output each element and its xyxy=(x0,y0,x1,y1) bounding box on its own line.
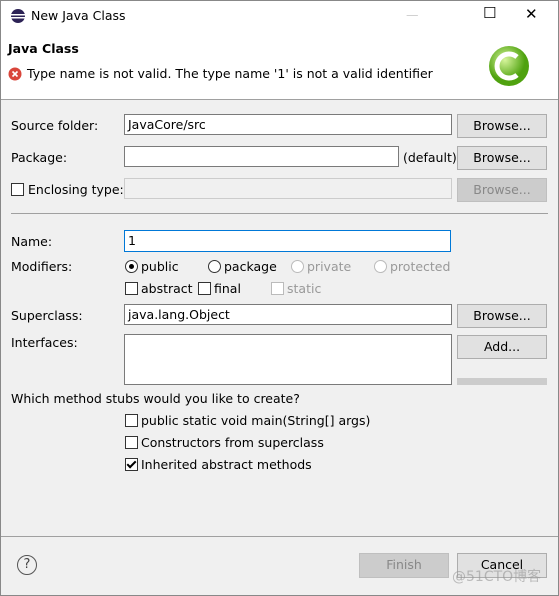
private-label: private xyxy=(307,259,352,274)
enclosing-browse-button[interactable]: Browse... xyxy=(457,178,547,202)
package-radio[interactable] xyxy=(208,260,221,273)
java-class-logo-icon xyxy=(489,46,529,86)
modifiers-label: Modifiers: xyxy=(11,259,73,274)
final-label: final xyxy=(214,281,241,296)
error-icon xyxy=(8,67,22,81)
page-title: Java Class xyxy=(8,41,79,56)
minimize-button[interactable]: — xyxy=(406,7,419,23)
constructors-label: Constructors from superclass xyxy=(141,435,324,450)
abstract-label: abstract xyxy=(141,281,193,296)
public-label: public xyxy=(141,259,179,274)
package-input[interactable] xyxy=(124,146,399,167)
name-input[interactable]: 1 xyxy=(124,230,451,252)
stubs-question: Which method stubs would you like to cre… xyxy=(11,391,300,406)
enclosing-type-checkbox[interactable] xyxy=(11,183,24,196)
package-radio-label: package xyxy=(224,259,277,274)
source-folder-browse-button[interactable]: Browse... xyxy=(457,114,547,138)
public-radio[interactable] xyxy=(125,260,138,273)
superclass-input[interactable]: java.lang.Object xyxy=(124,304,452,325)
constructors-checkbox[interactable] xyxy=(125,436,138,449)
main-method-checkbox[interactable] xyxy=(125,414,138,427)
interfaces-label: Interfaces: xyxy=(11,335,78,350)
error-message: Type name is not valid. The type name '1… xyxy=(27,66,433,81)
inherited-methods-label: Inherited abstract methods xyxy=(141,457,312,472)
main-method-label: public static void main(String[] args) xyxy=(141,413,371,428)
watermark: @51CTO博客 xyxy=(452,569,542,585)
wizard-header: Java Class Type name is not valid. The t… xyxy=(1,31,558,100)
package-default-hint: (default) xyxy=(403,150,457,165)
private-radio[interactable] xyxy=(291,260,304,273)
window-title: New Java Class xyxy=(31,8,126,23)
help-icon[interactable]: ? xyxy=(17,555,37,575)
add-interface-button[interactable]: Add... xyxy=(457,335,547,359)
final-checkbox[interactable] xyxy=(198,282,211,295)
enclosing-type-label: Enclosing type: xyxy=(28,182,124,197)
protected-label: protected xyxy=(390,259,451,274)
source-folder-input[interactable]: JavaCore/src xyxy=(124,114,452,135)
package-label: Package: xyxy=(11,150,68,165)
finish-button[interactable]: Finish xyxy=(359,553,449,578)
divider xyxy=(11,213,548,214)
close-button[interactable]: ✕ xyxy=(525,6,538,22)
interfaces-list[interactable] xyxy=(124,334,452,385)
footer-divider xyxy=(1,536,558,537)
protected-radio[interactable] xyxy=(374,260,387,273)
static-label: static xyxy=(287,281,322,296)
source-folder-label: Source folder: xyxy=(11,118,99,133)
name-label: Name: xyxy=(11,234,53,249)
static-checkbox[interactable] xyxy=(271,282,284,295)
abstract-checkbox[interactable] xyxy=(125,282,138,295)
inherited-methods-checkbox[interactable] xyxy=(125,458,138,471)
title-bar: New Java Class — ☐ ✕ xyxy=(1,1,558,31)
remove-interface-button[interactable] xyxy=(457,378,547,385)
package-browse-button[interactable]: Browse... xyxy=(457,146,547,170)
superclass-label: Superclass: xyxy=(11,308,83,323)
maximize-button[interactable]: ☐ xyxy=(483,5,496,21)
eclipse-icon xyxy=(11,9,25,23)
enclosing-type-input[interactable] xyxy=(124,178,452,199)
superclass-browse-button[interactable]: Browse... xyxy=(457,304,547,328)
dialog-window: New Java Class — ☐ ✕ Java Class Type nam… xyxy=(0,0,559,596)
